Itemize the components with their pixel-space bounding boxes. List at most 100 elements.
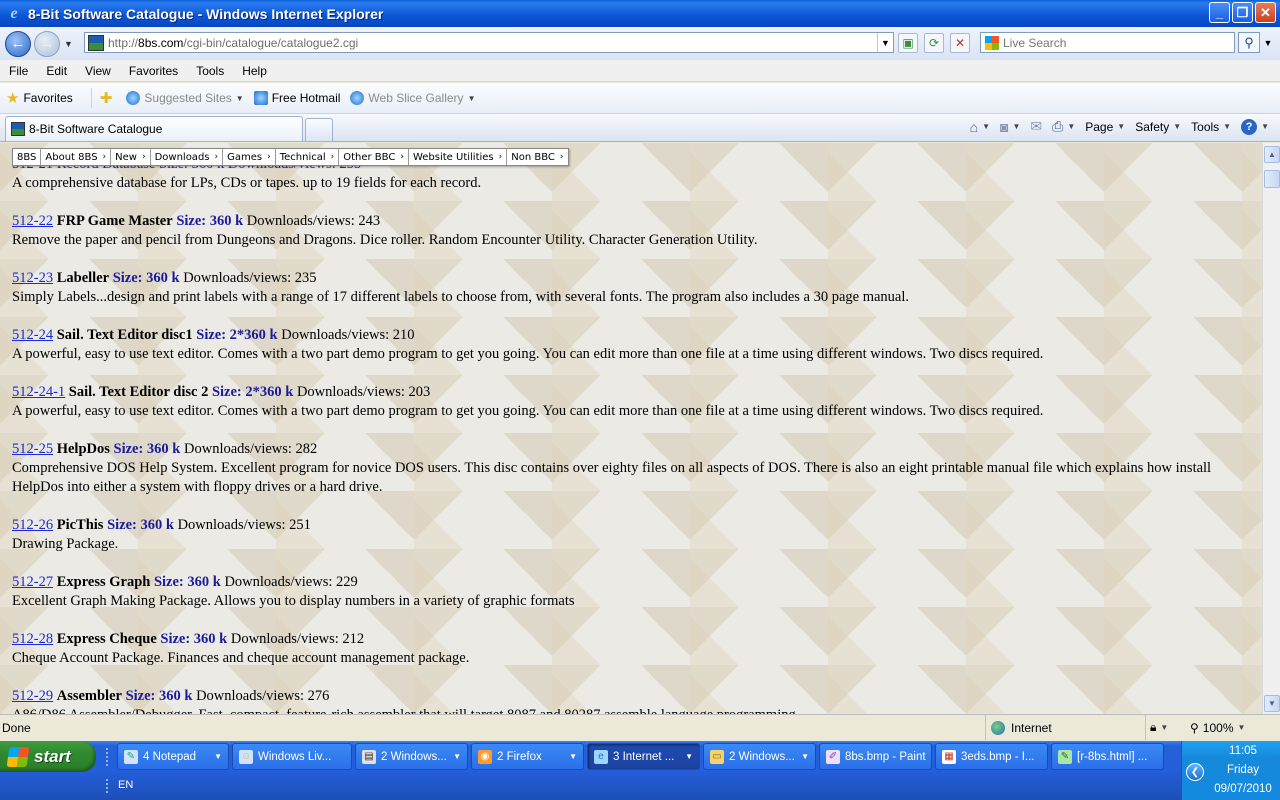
taskbar-button[interactable]: ◉ 2 Firefox ▼: [471, 743, 584, 770]
command-bar: ⌂ ▼ ◙ ▼ ✉ ⎙ ▼ Page ▼ Safety ▼ Tools ▼ ? ▼: [967, 118, 1272, 135]
scroll-up-button[interactable]: ▲: [1264, 146, 1280, 163]
taskbar-button[interactable]: ✎ [r-8bs.html] ...: [1051, 743, 1164, 770]
web-slice-gallery-link[interactable]: Web Slice Gallery ▼: [350, 91, 475, 105]
title-bar: e 8-Bit Software Catalogue - Windows Int…: [0, 0, 1280, 27]
add-favorite-button[interactable]: ✚: [100, 89, 117, 107]
taskbar-button[interactable]: e3 Internet ... ▼: [587, 743, 700, 770]
taskbar-button[interactable]: ▦ 3eds.bmp - I...: [935, 743, 1048, 770]
taskbar-button[interactable]: ☺ Windows Liv...: [232, 743, 352, 770]
home-icon[interactable]: ⌂ ▼: [967, 119, 993, 135]
nav-downloads[interactable]: Downloads ›: [151, 149, 224, 165]
help-icon: ?: [1241, 118, 1258, 135]
menu-tools[interactable]: Tools: [187, 64, 233, 78]
taskbar-button[interactable]: ✐ 8bs.bmp - Paint: [819, 743, 932, 770]
entry-link[interactable]: 512-29: [12, 688, 53, 704]
nav-new[interactable]: New ›: [111, 149, 151, 165]
entry-link[interactable]: 512-24-1: [12, 384, 65, 400]
catalogue-entry: 512-24-1 Sail. Text Editor disc 2 Size: …: [12, 383, 1257, 421]
entry-name: Express Cheque: [56, 631, 157, 647]
start-button[interactable]: start: [0, 741, 96, 772]
zoom-control[interactable]: ⚲ 100% ▼: [1190, 715, 1245, 740]
show-hidden-icons-button[interactable]: ❮: [1186, 763, 1204, 781]
entry-link[interactable]: 512-27: [12, 574, 53, 590]
menu-help[interactable]: Help: [233, 64, 276, 78]
suggested-sites-link[interactable]: Suggested Sites ▼: [126, 91, 244, 105]
ie-icon: [350, 91, 365, 105]
clock-time[interactable]: 11:05: [1206, 745, 1280, 757]
print-icon[interactable]: ⎙ ▼: [1049, 118, 1078, 135]
language-indicator[interactable]: EN: [118, 779, 133, 791]
entry-description: A86/D86 Assembler/Debugger. Fast, compac…: [12, 707, 799, 714]
nav-games[interactable]: Games ›: [223, 149, 276, 165]
entry-link[interactable]: 512-28: [12, 631, 53, 647]
safety-menu[interactable]: Safety ▼: [1132, 120, 1184, 134]
taskbar-button[interactable]: ▭ 2 Windows... ▼: [703, 743, 816, 770]
free-hotmail-link[interactable]: Free Hotmail: [253, 91, 340, 105]
nav-other-bbc[interactable]: Other BBC ›: [339, 149, 409, 165]
taskbar-button[interactable]: ▤ 2 Windows... ▼: [355, 743, 468, 770]
entry-link[interactable]: 512-23: [12, 270, 53, 286]
read-mail-icon[interactable]: ✉: [1027, 118, 1045, 135]
tab-bar: 8-Bit Software Catalogue ⌂ ▼ ◙ ▼ ✉ ⎙ ▼ Page…: [0, 114, 1280, 142]
address-url[interactable]: http://8bs.com/cgi-bin/catalogue/catalog…: [108, 36, 358, 50]
scroll-thumb[interactable]: [1264, 170, 1280, 188]
taskbar: start ✎ 4 Notepad ▼ ☺ Windows Liv... ▤ 2 Windo…: [0, 741, 1280, 800]
favorites-button[interactable]: ★ Favorites: [6, 89, 73, 107]
entry-link[interactable]: 512-25: [12, 441, 53, 457]
nav-technical[interactable]: Technical ›: [276, 149, 340, 165]
compatibility-view-icon[interactable]: ▣: [898, 33, 918, 53]
tools-menu[interactable]: Tools ▼: [1188, 120, 1234, 134]
security-zone[interactable]: Internet: [985, 715, 1052, 740]
entry-link[interactable]: 512-22: [12, 213, 53, 229]
new-tab-button[interactable]: [305, 118, 333, 141]
scroll-down-button[interactable]: ▼: [1264, 695, 1280, 712]
refresh-icon[interactable]: ⟳: [924, 33, 944, 53]
search-input[interactable]: [1003, 35, 1203, 50]
menu-file[interactable]: File: [0, 64, 37, 78]
vertical-scrollbar[interactable]: ▲ ▼: [1262, 143, 1280, 714]
address-dropdown-icon[interactable]: ▼: [877, 33, 893, 52]
menu-bar: File Edit View Favorites Tools Help: [0, 60, 1280, 82]
address-bar[interactable]: http://8bs.com/cgi-bin/catalogue/catalog…: [84, 32, 894, 53]
menu-edit[interactable]: Edit: [37, 64, 76, 78]
app-icon: ☺: [239, 749, 253, 764]
live-search-icon: [985, 35, 999, 50]
taskbar-button-label: 3 Internet ...: [613, 750, 675, 763]
search-box[interactable]: [980, 32, 1235, 53]
app-icon: ▭: [710, 749, 724, 764]
taskbar-button[interactable]: ✎ 4 Notepad ▼: [117, 743, 229, 770]
nav-website-utilities[interactable]: Website Utilities ›: [409, 149, 508, 165]
entry-name: FRP Game Master: [56, 213, 173, 229]
back-button[interactable]: ←: [5, 30, 31, 57]
taskbar-button-label: 3eds.bmp - I...: [961, 750, 1035, 763]
menu-favorites[interactable]: Favorites: [120, 64, 187, 78]
catalogue-entry: 512-25 HelpDos Size: 360 k Downloads/vie…: [12, 440, 1257, 497]
nav-non-bbc[interactable]: Non BBC ›: [507, 149, 567, 165]
history-dropdown-icon[interactable]: ▼: [64, 39, 73, 49]
help-menu[interactable]: ? ▼: [1238, 118, 1272, 135]
nav-about-8bs[interactable]: About 8BS ›: [41, 149, 112, 165]
page-menu[interactable]: Page ▼: [1082, 120, 1128, 134]
entry-views: Downloads/views: 212: [230, 631, 365, 647]
forward-button[interactable]: →: [34, 30, 60, 57]
minimize-button[interactable]: _: [1209, 2, 1230, 23]
entry-views: Downloads/views: 251: [177, 517, 311, 533]
menu-view[interactable]: View: [76, 64, 120, 78]
taskbar-button-label: Windows Liv...: [258, 750, 332, 763]
entry-description: A powerful, easy to use text editor. Com…: [12, 403, 1044, 419]
feeds-icon[interactable]: ◙ ▼: [997, 119, 1023, 135]
entry-link[interactable]: 512-24: [12, 327, 53, 343]
nav-8bs[interactable]: 8BS: [13, 149, 42, 165]
taskbar-button-label: 4 Notepad: [143, 750, 197, 763]
maximize-button[interactable]: ❐: [1232, 2, 1253, 23]
stop-icon[interactable]: ✕: [950, 33, 970, 53]
search-button[interactable]: ⚲: [1238, 32, 1260, 53]
close-button[interactable]: ✕: [1255, 2, 1276, 23]
tab-8bit-catalogue[interactable]: 8-Bit Software Catalogue: [5, 116, 303, 141]
entry-link[interactable]: 512-26: [12, 517, 53, 533]
protected-mode-button[interactable]: 🔒︎ ▼: [1145, 715, 1168, 740]
app-icon: ✎: [1058, 749, 1072, 764]
search-options-icon[interactable]: ▼: [1262, 32, 1274, 53]
app-icon: ✐: [826, 749, 840, 764]
entry-description: Excellent Graph Making Package. Allows y…: [12, 593, 575, 609]
